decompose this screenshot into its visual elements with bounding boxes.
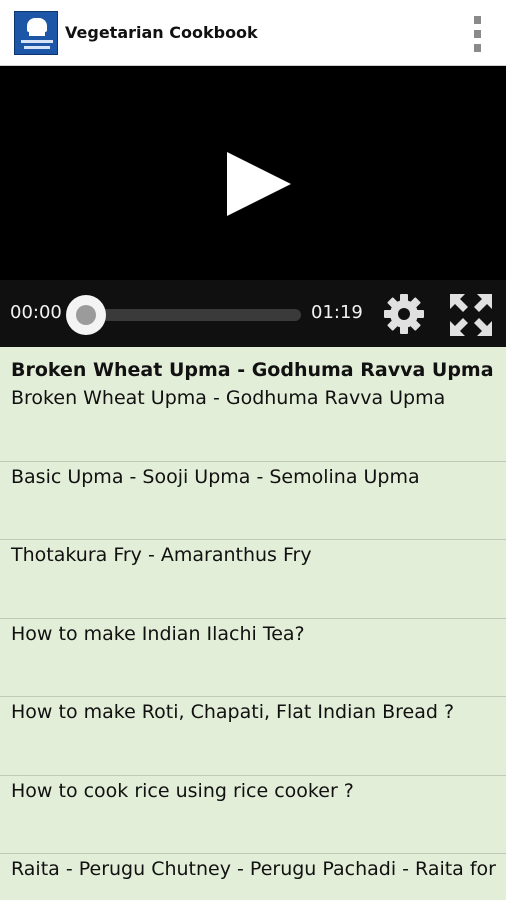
list-item[interactable]: How to make Indian Ilachi Tea? <box>0 619 506 697</box>
player-controls: 00:00 01:19 <box>0 280 506 347</box>
gear-icon[interactable] <box>382 292 426 336</box>
list-item[interactable]: How to make Roti, Chapati, Flat Indian B… <box>0 697 506 776</box>
list-item[interactable]: How to cook rice using rice cooker ? <box>0 776 506 854</box>
fullscreen-icon[interactable] <box>448 292 494 338</box>
seek-thumb[interactable] <box>66 295 106 335</box>
video-player[interactable]: 00:00 01:19 <box>0 66 506 347</box>
overflow-menu-icon[interactable] <box>472 16 482 52</box>
list-heading: Broken Wheat Upma - Godhuma Ravva Upma <box>11 359 494 381</box>
seek-bar[interactable] <box>84 309 301 321</box>
list-item[interactable]: Thotakura Fry - Amaranthus Fry <box>0 540 506 619</box>
current-time: 00:00 <box>10 302 62 323</box>
duration: 01:19 <box>311 302 363 323</box>
list-item[interactable]: Raita - Perugu Chutney - Perugu Pachadi … <box>0 854 506 900</box>
play-icon[interactable] <box>227 152 291 216</box>
app-bar: Vegetarian Cookbook <box>0 0 506 66</box>
chef-hat-logo-icon <box>14 10 58 55</box>
video-list: Broken Wheat Upma - Godhuma Ravva Upma B… <box>0 347 506 900</box>
app-title: Vegetarian Cookbook <box>65 23 258 42</box>
list-item[interactable]: Broken Wheat Upma - Godhuma Ravva Upma <box>0 383 506 462</box>
list-item[interactable]: Basic Upma - Sooji Upma - Semolina Upma <box>0 462 506 540</box>
